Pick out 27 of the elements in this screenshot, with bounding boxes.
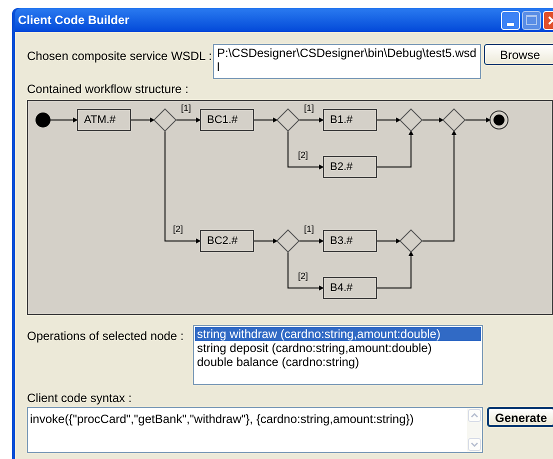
task-node[interactable]: BC1.# xyxy=(200,109,254,131)
window-title: Client Code Builder xyxy=(18,12,130,29)
operations-list[interactable]: string withdraw (cardno:string,amount:double) string deposit (cardno:string,amount:double) double balance (cardno:string) xyxy=(193,325,483,385)
task-node[interactable]: B2.# xyxy=(323,156,377,178)
task-node[interactable]: B3.# xyxy=(323,230,377,252)
task-node[interactable]: BC2.# xyxy=(200,230,254,252)
operation-item[interactable]: double balance (cardno:string) xyxy=(195,355,481,369)
operation-item[interactable]: string deposit (cardno:string,amount:double) xyxy=(195,341,481,355)
guard-label: [1] xyxy=(181,104,192,113)
operations-label: Operations of selected node : xyxy=(27,328,185,345)
wsdl-field[interactable]: P:\CSDesigner\CSDesigner\bin\Debug\test5.wsdl xyxy=(213,44,481,79)
generate-button[interactable]: Generate xyxy=(487,407,553,427)
guard-label: [2] xyxy=(298,272,308,281)
guard-label: [1] xyxy=(304,225,314,234)
code-text: invoke({"procCard","getBank","withdraw"}, {cardno:string,amount:string}) xyxy=(29,411,415,428)
code-field[interactable]: invoke({"procCard","getBank","withdraw"}, {cardno:string,amount:string}) xyxy=(27,407,483,453)
wsdl-label: Chosen composite service WSDL : xyxy=(27,48,213,65)
task-node[interactable]: B4.# xyxy=(323,277,377,299)
code-label: Client code syntax : xyxy=(27,391,132,406)
guard-label: [2] xyxy=(298,151,308,160)
task-node[interactable]: ATM.# xyxy=(77,109,131,131)
guard-label: [2] xyxy=(173,225,184,234)
guard-label: [1] xyxy=(304,104,314,113)
browse-button[interactable]: Browse xyxy=(484,44,553,65)
task-node[interactable]: B1.# xyxy=(323,109,377,131)
operation-item[interactable]: string withdraw (cardno:string,amount:double) xyxy=(195,327,481,341)
workflow-label: Contained workflow structure : xyxy=(27,82,188,97)
